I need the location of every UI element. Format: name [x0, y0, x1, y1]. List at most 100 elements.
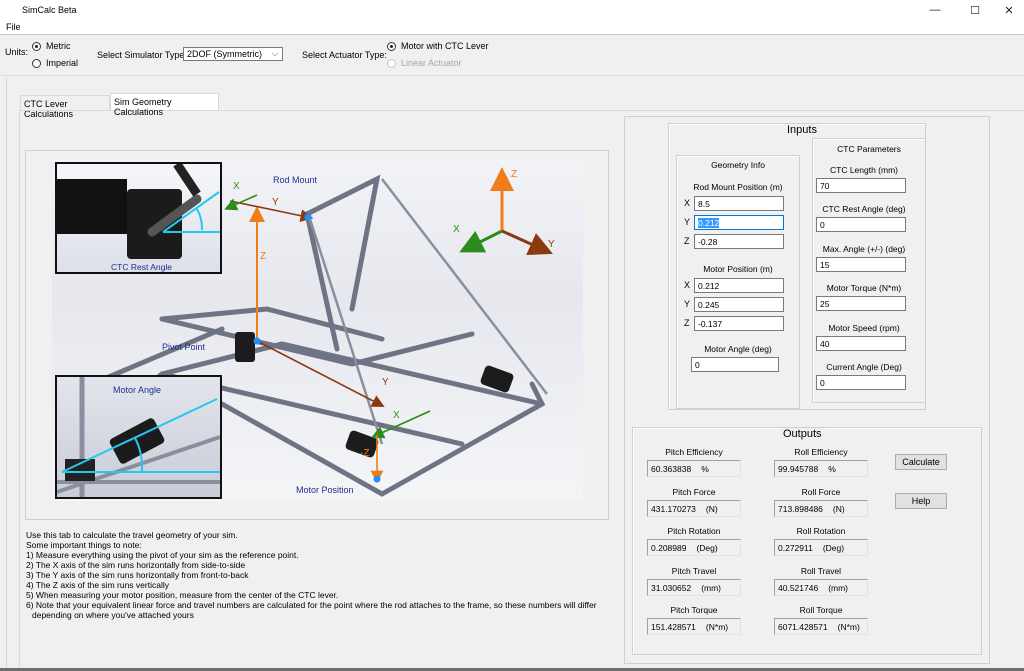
output-unit: % [701, 464, 709, 474]
rod-mount-x-label: X [684, 198, 691, 208]
pivot-point-label: Pivot Point [162, 342, 206, 352]
pitch-rotation-label: Pitch Rotation [667, 526, 721, 536]
roll-travel-output: 40.521746 (mm) [774, 579, 868, 596]
motor-angle-field-label: Motor Angle (deg) [704, 344, 772, 354]
axis-x-label: X [233, 181, 240, 192]
maximize-button[interactable]: ☐ [958, 0, 992, 20]
ctc-length-label: CTC Length (mm) [829, 165, 898, 175]
radio-linear-actuator[interactable]: Linear Actuator [387, 58, 462, 68]
close-icon: ✕ [1004, 4, 1014, 17]
motor-angle-input[interactable]: 0 [691, 357, 779, 372]
output-unit: (mm) [701, 583, 722, 593]
calculate-button[interactable]: Calculate [895, 454, 947, 470]
motor-speed-label: Motor Speed (rpm) [828, 323, 900, 333]
roll-efficiency-output: 99.945788% [774, 460, 868, 477]
motor-position-z-input[interactable]: -0.137 [694, 316, 784, 331]
radio-button[interactable] [387, 58, 396, 68]
output-value: 151.428571 [651, 622, 696, 632]
radio-button[interactable] [32, 41, 41, 51]
motor-torque-input[interactable]: 25 [816, 296, 906, 311]
rod-mount-label: Rod Mount [273, 175, 318, 185]
roll-efficiency-label: Roll Efficiency [794, 447, 848, 457]
radio-label: Metric [46, 41, 71, 51]
output-unit: (Deg) [696, 543, 718, 553]
output-value: 40.521746 [778, 583, 819, 593]
tab-ctc-lever-calculations[interactable]: CTC Lever Calculations [20, 95, 110, 119]
minimize-icon: — [929, 4, 941, 16]
instruction-line: depending on where you've attached yours [32, 610, 194, 620]
radio-label: Linear Actuator [401, 58, 462, 68]
instruction-line: Use this tab to calculate the travel geo… [26, 530, 238, 540]
radio-button[interactable] [387, 41, 396, 51]
window-title: SimCalc Beta [22, 5, 77, 15]
legend-y-label: Y [548, 239, 555, 250]
rod-mount-position-label: Rod Mount Position (m) [693, 182, 783, 192]
output-unit: (N) [705, 504, 718, 514]
pivot-point-dot [253, 337, 261, 345]
tab-label: Sim Geometry Calculations [114, 97, 172, 117]
motor-z-label: Z [684, 318, 690, 328]
axis-z-label: Z [260, 251, 267, 262]
button-label: Calculate [902, 457, 940, 467]
menu-file[interactable]: File [6, 22, 21, 32]
instruction-line: 4) The Z axis of the sim runs vertically [26, 580, 169, 590]
button-label: Help [911, 496, 931, 506]
menu-bar: File [0, 20, 1024, 35]
motor-angle-inset: Motor Angle [55, 375, 222, 499]
motor-speed-input[interactable]: 40 [816, 336, 906, 351]
sim-frame-braces [308, 178, 548, 445]
radio-label: Imperial [46, 58, 79, 68]
rod-mount-point [304, 213, 312, 221]
simulator-type-label: Select Simulator Type: [97, 50, 187, 60]
minimize-button[interactable]: — [918, 0, 952, 20]
rod-mount-y-label: Y [684, 217, 691, 227]
legend-z-label: Z [511, 169, 518, 180]
axis-neg-z-label: -Z [360, 448, 370, 459]
output-value: 431.170273 [651, 504, 696, 514]
radio-button[interactable] [32, 58, 41, 68]
inputs-title: Inputs [784, 124, 820, 136]
current-angle-label: Current Angle (Deg) [826, 362, 902, 372]
selected-text: 0.212 [698, 218, 720, 228]
divider [0, 75, 1024, 76]
close-button[interactable]: ✕ [992, 0, 1024, 20]
axis-y-label-lower: Y [382, 377, 389, 388]
axis-y-label: Y [272, 197, 279, 208]
rod-mount-y-input[interactable]: 0.212 [694, 215, 784, 230]
output-value: 6071.428571 [778, 622, 828, 632]
output-unit: % [828, 464, 836, 474]
pitch-rotation-output: 0.208989 (Deg) [647, 539, 741, 556]
motor-position-x-input[interactable]: 0.212 [694, 278, 784, 293]
output-unit: (N*m) [705, 622, 729, 632]
instruction-line: 5) When measuring your motor position, m… [26, 590, 339, 600]
radio-motor-ctc[interactable]: Motor with CTC Lever [387, 41, 489, 51]
max-angle-input[interactable]: 15 [816, 257, 906, 272]
roll-force-label: Roll Force [801, 487, 841, 497]
output-value: 60.363838 [651, 464, 692, 474]
output-value: 713.898486 [778, 504, 823, 514]
simulator-type-select[interactable]: 2DOF (Symmetric) ⌵ [183, 47, 283, 61]
ctc-rest-angle-inset: CTC Rest Angle [55, 161, 222, 274]
maximize-icon: ☐ [970, 4, 980, 17]
pitch-torque-output: 151.428571 (N*m) [647, 618, 741, 635]
motor-position-y-input[interactable]: 0.245 [694, 297, 784, 312]
ctc-length-input[interactable]: 70 [816, 178, 906, 193]
outputs-title: Outputs [780, 428, 825, 440]
instruction-line: 3) The Y axis of the sim runs horizontal… [26, 570, 249, 580]
radio-metric[interactable]: Metric [32, 41, 71, 51]
output-value: 31.030652 [651, 583, 692, 593]
help-button[interactable]: Help [895, 493, 947, 509]
motor-angle-svg [56, 377, 221, 497]
output-unit: (N) [832, 504, 845, 514]
radio-imperial[interactable]: Imperial [32, 58, 78, 68]
roll-rotation-label: Roll Rotation [796, 526, 846, 536]
rod-mount-z-input[interactable]: -0.28 [694, 234, 784, 249]
tab-sim-geometry-calculations[interactable]: Sim Geometry Calculations [110, 93, 219, 117]
pitch-travel-label: Pitch Travel [671, 566, 717, 576]
instruction-line: Some important things to note: [26, 540, 142, 550]
roll-torque-label: Roll Torque [799, 605, 843, 615]
ctc-rest-angle-input[interactable]: 0 [816, 217, 906, 232]
current-angle-input[interactable]: 0 [816, 375, 906, 390]
axis-y-arrow-top [229, 200, 314, 222]
rod-mount-x-input[interactable]: 8.5 [694, 196, 784, 211]
